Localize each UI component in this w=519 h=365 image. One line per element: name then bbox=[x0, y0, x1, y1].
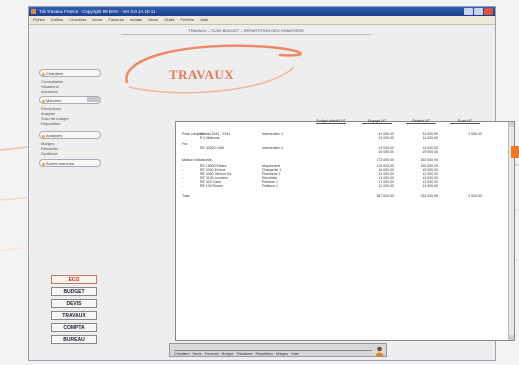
maximize-button[interactable] bbox=[474, 8, 483, 15]
menu-item[interactable]: Chantiers bbox=[69, 16, 86, 24]
report-cell: Total bbox=[182, 194, 190, 198]
menu-item[interactable]: Stock bbox=[148, 16, 158, 24]
user-icon[interactable] bbox=[375, 346, 384, 356]
report-cell: RE 130 Rouen bbox=[200, 184, 223, 188]
report-value: 150 000,00 bbox=[420, 158, 438, 162]
report-value: 173 000,00 bbox=[376, 158, 394, 162]
report-value: 234 000,00 bbox=[420, 194, 438, 198]
bottom-toolbar-text: Chantiers · Devis · Factures · Budget · … bbox=[174, 350, 372, 357]
menu-item[interactable]: Devis bbox=[92, 16, 102, 24]
window-controls bbox=[464, 8, 493, 15]
menu-item[interactable]: Edition bbox=[51, 16, 63, 24]
minimize-button[interactable] bbox=[464, 8, 473, 15]
menu-item[interactable]: Aide bbox=[200, 16, 208, 24]
menu-item[interactable]: Fenêtre bbox=[180, 16, 194, 24]
report-value: 2 000,00 bbox=[468, 132, 482, 136]
module-button-compta[interactable]: COMPTA bbox=[51, 323, 97, 332]
sidebar-section-chantiers[interactable]: Chantiers bbox=[39, 69, 101, 77]
module-button-budget[interactable]: BUDGET bbox=[51, 287, 97, 296]
menu-bar: Fichier Edition Chantiers Devis Factures… bbox=[29, 16, 495, 25]
menu-item[interactable]: Fichier bbox=[33, 16, 45, 24]
column-header: Réalisé HT bbox=[406, 119, 436, 124]
logo-text: TRAVAUX bbox=[169, 67, 235, 82]
module-button-devis[interactable]: DEVIS bbox=[51, 299, 97, 308]
title-bar: Trà Travaux France · Copyright 99 BATI ·… bbox=[29, 7, 495, 16]
menu-item[interactable]: Achats bbox=[130, 16, 142, 24]
report-cell: Intervention 1 bbox=[262, 132, 284, 136]
module-button-travaux[interactable]: TRAVAUX bbox=[51, 311, 97, 320]
report-panel: Budget définitif HT Engagé HT Réalisé HT… bbox=[175, 119, 515, 341]
module-button-bureau[interactable]: BUREAU bbox=[51, 335, 97, 344]
report-cell: RE 34000 Cdt9 bbox=[200, 146, 224, 150]
sidebar-section-analyses[interactable]: Analyses bbox=[39, 131, 101, 139]
window-title: Trà Travaux France · Copyright 99 BATI ·… bbox=[39, 9, 156, 14]
report-cell: - bbox=[182, 184, 184, 188]
module-buttons: ECO BUDGET DEVIS TRAVAUX COMPTA BUREAU bbox=[51, 275, 97, 347]
report-value: 13 000,00 bbox=[378, 136, 394, 140]
sidebar-item[interactable]: Synthèse bbox=[41, 151, 101, 156]
report-cell: Intervention 2 bbox=[262, 146, 284, 150]
report-value: 11 000,00 bbox=[422, 136, 438, 140]
breadcrumb: TRAVAUX – SUIVI BUDGET – RÉPARTITION DES… bbox=[121, 27, 371, 35]
column-header: Engagé HT bbox=[362, 119, 392, 124]
sidebar-items-analyses: Marges Résultats Synthèse bbox=[41, 141, 101, 156]
main-area: TRAVAUX Budget définitif HT Engagé HT Ré… bbox=[119, 37, 515, 341]
column-header: Écart HT bbox=[450, 119, 480, 124]
report-value: 19 000,00 bbox=[422, 150, 438, 154]
sidebar-items-chantiers: Consultation Situations Avenants bbox=[41, 79, 101, 94]
report-value: 19 000,00 bbox=[378, 150, 394, 154]
app-icon bbox=[31, 9, 36, 14]
scroll-up-icon[interactable] bbox=[509, 122, 514, 127]
sidebar-item[interactable]: Répartition bbox=[41, 121, 101, 126]
menu-item[interactable]: Outils bbox=[164, 16, 174, 24]
close-button[interactable] bbox=[484, 8, 493, 15]
sidebar-items-marches: Réceptions Analyse Suivi de budget Répar… bbox=[41, 106, 101, 126]
orange-marker bbox=[511, 146, 519, 158]
menu-item[interactable]: Factures bbox=[108, 16, 124, 24]
report-value: 14 000,00 bbox=[422, 184, 438, 188]
sidebar-section-autres[interactable]: Autres marchés bbox=[39, 159, 101, 167]
report-cell: Finitions 1 bbox=[262, 184, 278, 188]
bottom-toolbar: Chantiers · Devis · Factures · Budget · … bbox=[169, 343, 387, 357]
sidebar: Chantiers Consultation Situations Avenan… bbox=[29, 37, 115, 362]
report-cell: R 2 Maisons bbox=[200, 136, 220, 140]
sidebar-item[interactable]: Avenants bbox=[41, 89, 101, 94]
module-button-eco[interactable]: ECO bbox=[51, 275, 97, 284]
column-header: Budget définitif HT bbox=[316, 119, 346, 124]
report-cell: Maison individuelle bbox=[182, 158, 212, 162]
app-window: Trà Travaux France · Copyright 99 BATI ·… bbox=[28, 6, 515, 362]
report-value: 267 000,00 bbox=[376, 194, 394, 198]
scroll-down-icon[interactable] bbox=[509, 335, 514, 340]
sidebar-active-indicator bbox=[87, 97, 101, 102]
report-cell: Fra bbox=[182, 142, 188, 146]
report-value: 2 000,00 bbox=[468, 194, 482, 198]
report-value: 12 000,00 bbox=[378, 184, 394, 188]
